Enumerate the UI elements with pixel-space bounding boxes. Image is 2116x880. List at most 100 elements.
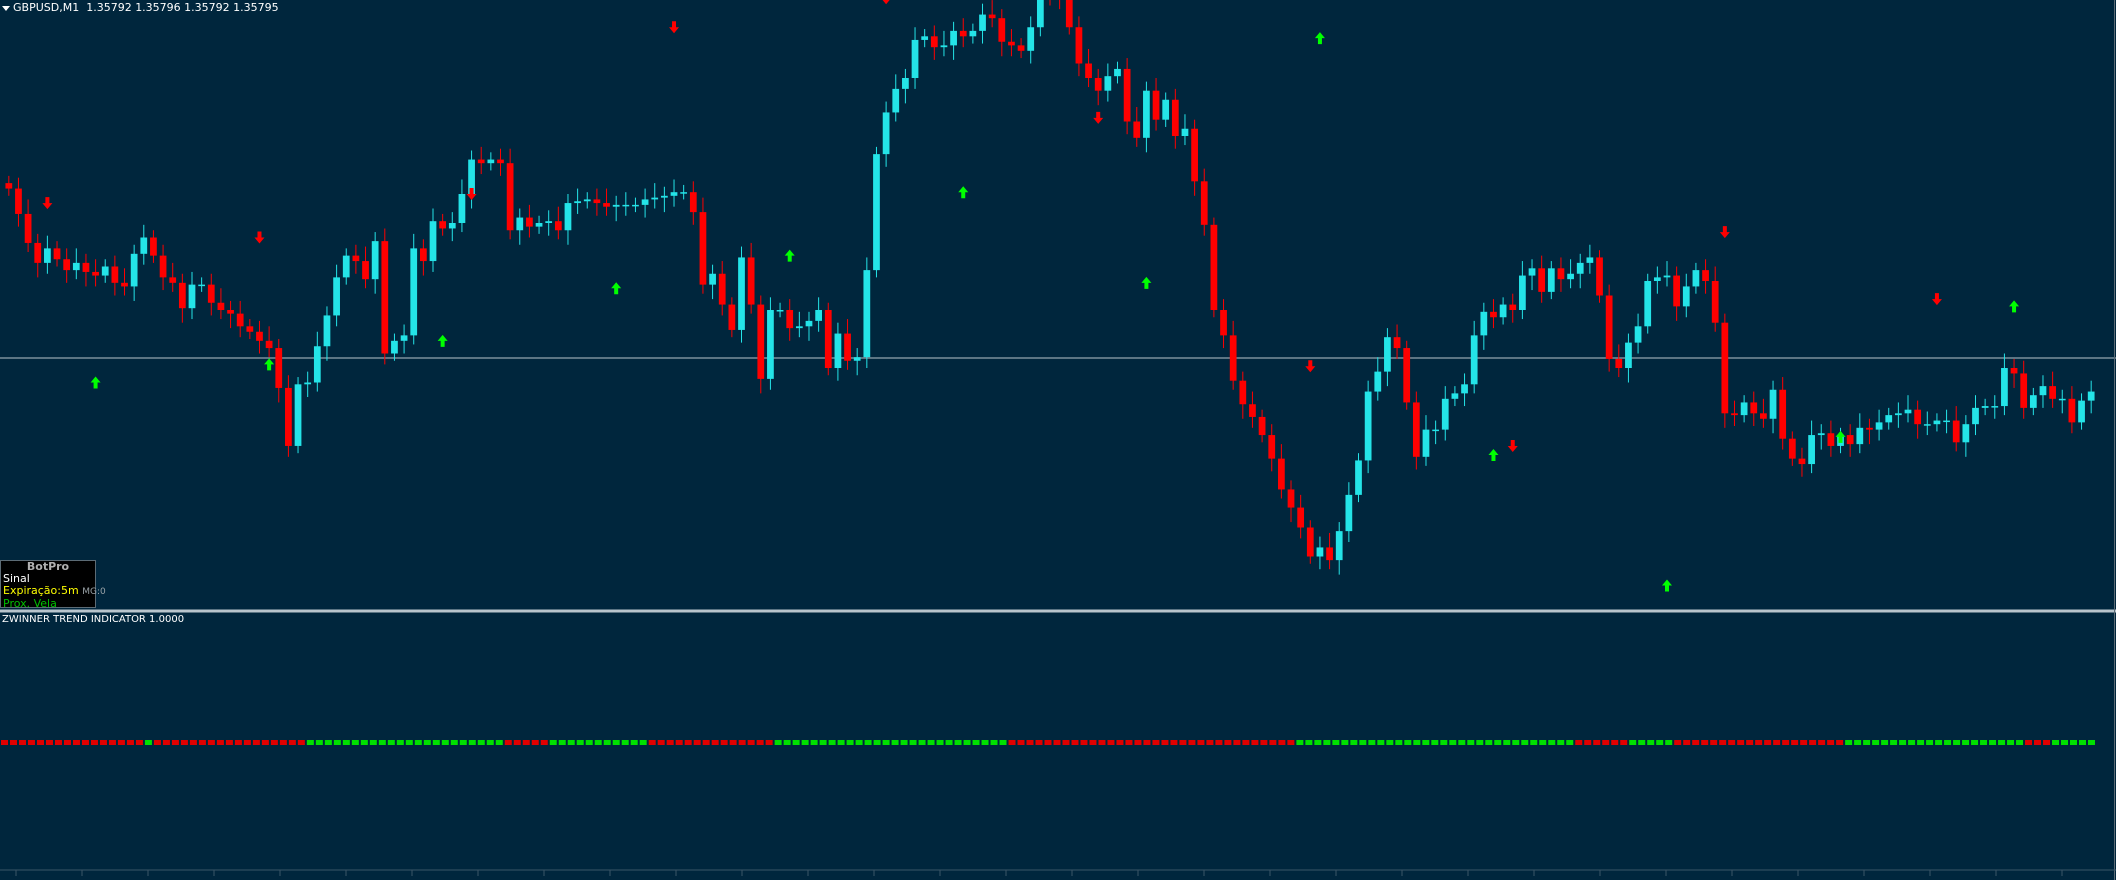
botpro-prox-vela: Prox. Vela: [3, 597, 57, 610]
trend-dot: [18, 740, 26, 745]
trend-dot: [1674, 740, 1682, 745]
botpro-panel: BotPro Sinal Expiração:5m MG:0 Prox. Vel…: [0, 560, 106, 610]
trend-dot: [72, 740, 80, 745]
candle-body: [612, 204, 620, 207]
trend-dot: [135, 740, 143, 745]
trend-dot: [162, 740, 170, 745]
trend-dot: [387, 740, 395, 745]
trend-dot: [1413, 740, 1421, 745]
trend-dot: [513, 740, 521, 745]
candle-body: [998, 18, 1006, 42]
price-chart[interactable]: [0, 0, 2116, 880]
candle-body: [111, 266, 119, 283]
trend-dot: [747, 740, 755, 745]
trend-dot: [576, 740, 584, 745]
candle-body: [1239, 380, 1247, 405]
trend-dot: [855, 740, 863, 745]
trend-dot: [1575, 740, 1583, 745]
candle-body: [275, 348, 283, 388]
candle-body: [1451, 393, 1459, 399]
candle-body: [738, 257, 745, 330]
candle-body: [1991, 406, 1999, 408]
trend-dot: [1656, 740, 1664, 745]
candle-body: [2049, 386, 2056, 399]
candle-body: [1412, 402, 1420, 457]
trend-dot: [2016, 740, 2024, 745]
trend-dot: [2088, 740, 2095, 745]
candle-body: [1258, 416, 1266, 436]
candle-body: [429, 221, 437, 262]
trend-dot: [630, 740, 638, 745]
chart-background: [0, 0, 2116, 880]
trend-dot: [1548, 740, 1556, 745]
trend-dot: [1485, 740, 1493, 745]
candle-body: [1509, 304, 1517, 310]
candle-body: [1461, 384, 1468, 394]
trend-dot: [531, 740, 539, 745]
symbol-label: GBPUSD,M1: [13, 1, 80, 14]
trend-dot: [234, 740, 242, 745]
candle-body: [352, 255, 360, 262]
candle-body: [1615, 358, 1623, 368]
trend-dot: [1377, 740, 1385, 745]
trend-dot: [1665, 740, 1673, 745]
trend-dot: [1251, 740, 1259, 745]
trend-dot: [153, 740, 161, 745]
candle-body: [1760, 413, 1767, 419]
candle-body: [169, 277, 177, 283]
candle-body: [873, 154, 880, 271]
trend-dot: [1188, 740, 1196, 745]
candle-body: [304, 382, 312, 385]
trend-dot: [1395, 740, 1403, 745]
candle-body: [227, 310, 234, 314]
candle-body: [342, 255, 350, 278]
trend-dot: [1431, 740, 1439, 745]
trend-dot: [504, 740, 512, 745]
candle-body: [844, 333, 851, 361]
collapse-triangle-icon[interactable]: [2, 5, 10, 11]
trend-dot: [216, 740, 224, 745]
trend-dot: [1116, 740, 1124, 745]
candle-body: [1933, 420, 1941, 425]
candle-body: [1200, 181, 1208, 225]
trend-dot: [666, 740, 674, 745]
candle-body: [1827, 433, 1835, 446]
trend-dot: [1458, 740, 1466, 745]
trend-dot: [1764, 740, 1772, 745]
trend-dot: [1242, 740, 1250, 745]
candle-body: [178, 282, 186, 309]
candle-body: [815, 310, 823, 321]
candle-body: [930, 36, 938, 48]
candle-body: [1335, 531, 1343, 561]
trend-dot: [1521, 740, 1529, 745]
trend-dot: [1557, 740, 1565, 745]
trend-dot: [1, 740, 8, 745]
trend-dot: [1908, 740, 1916, 745]
trend-dot: [1179, 740, 1187, 745]
candle-body: [670, 192, 678, 196]
trend-dot: [2052, 740, 2060, 745]
trend-dot: [441, 740, 449, 745]
trend-dot: [1197, 740, 1205, 745]
trend-dot: [1206, 740, 1214, 745]
candle-body: [391, 340, 398, 354]
candle-body: [1519, 275, 1526, 310]
candle-body: [680, 192, 688, 194]
candle-body: [1904, 409, 1912, 414]
candle-body: [217, 302, 225, 310]
candle-body: [863, 270, 871, 358]
candle-body: [1817, 433, 1825, 436]
trend-dot: [873, 740, 881, 745]
candle-body: [795, 326, 803, 329]
trend-dot: [324, 740, 332, 745]
trend-dot: [1989, 740, 1997, 745]
candle-body: [1027, 27, 1035, 51]
chart-header: GBPUSD,M1 1.35792 1.35796 1.35792 1.3579…: [2, 1, 279, 14]
candle-body: [1499, 304, 1507, 318]
candle-body: [718, 273, 726, 305]
trend-dot: [1791, 740, 1799, 745]
trend-dot: [1782, 740, 1790, 745]
candle-body: [323, 315, 331, 347]
candle-body: [699, 212, 707, 285]
trend-dot: [468, 740, 476, 745]
